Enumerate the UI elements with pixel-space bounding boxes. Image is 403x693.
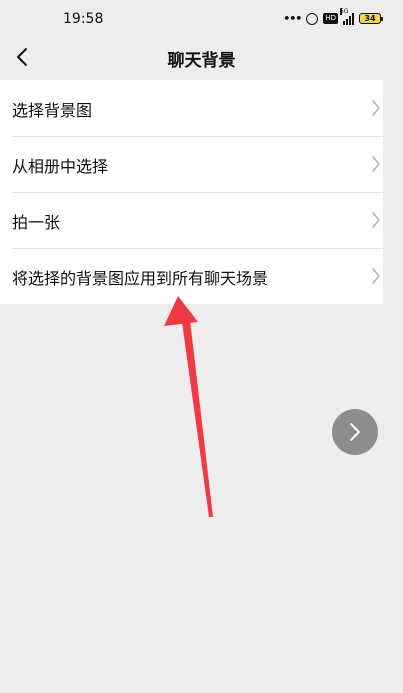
status-time: 19:58 xyxy=(63,11,104,27)
arrow-shaft xyxy=(182,320,213,517)
chevron-right-icon xyxy=(372,212,380,228)
menu-item-take-photo[interactable]: 拍一张 xyxy=(0,192,383,248)
network-type-label: 5G xyxy=(340,7,349,15)
menu-item-select-background[interactable]: 选择背景图 xyxy=(0,80,383,136)
hd-badge: HD xyxy=(323,13,338,24)
menu-item-label: 选择背景图 xyxy=(12,101,93,120)
menu-item-from-album[interactable]: 从相册中选择 xyxy=(0,136,383,192)
page-title: 聊天背景 xyxy=(167,51,236,71)
status-bar: 19:58 ••• HD 5G 34 xyxy=(0,0,403,38)
chevron-right-icon xyxy=(372,100,380,116)
menu-item-label: 拍一张 xyxy=(12,213,61,232)
more-dots-icon: ••• xyxy=(283,12,302,25)
menu-item-apply-to-all[interactable]: 将选择的背景图应用到所有聊天场景 xyxy=(0,248,383,304)
status-icons: ••• HD 5G 34 xyxy=(283,7,383,25)
chevron-right-icon xyxy=(350,423,360,441)
menu-list: 选择背景图 从相册中选择 拍一张 将选择的背景图应用到所有聊天场景 xyxy=(0,80,383,304)
chevron-right-icon xyxy=(372,268,380,284)
nav-bar: 聊天背景 xyxy=(0,38,403,78)
chevron-right-icon xyxy=(372,156,380,172)
signal-icon: 5G xyxy=(340,7,354,25)
menu-item-label: 将选择的背景图应用到所有聊天场景 xyxy=(12,269,269,288)
floating-next-button[interactable] xyxy=(332,409,378,455)
menu-item-label: 从相册中选择 xyxy=(12,157,109,176)
alarm-icon xyxy=(306,12,319,25)
battery-icon: 34 xyxy=(359,13,383,24)
